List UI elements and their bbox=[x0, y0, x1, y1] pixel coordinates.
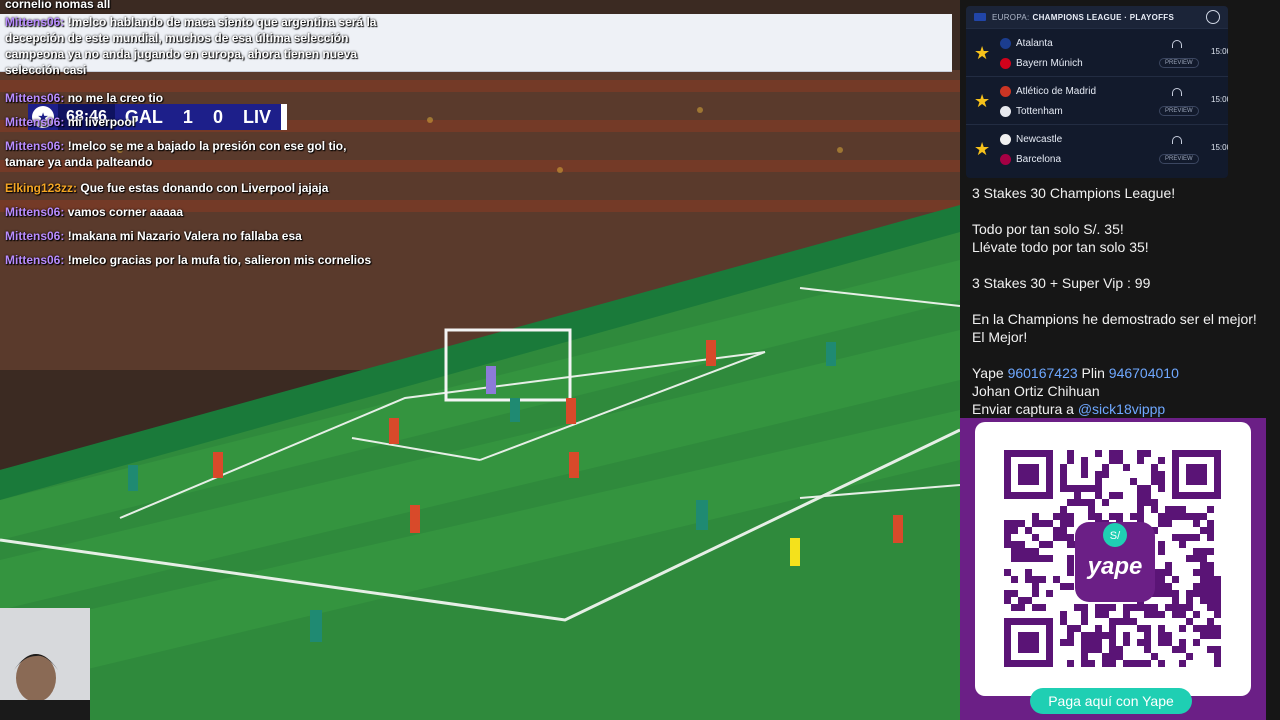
away-crest-icon bbox=[1000, 106, 1011, 117]
away-team-name: Barcelona bbox=[1016, 154, 1062, 165]
promo-line: Todo por tan solo S/. 35! bbox=[972, 221, 1124, 237]
chat-message: Mittens06: vamos corner aaaaa bbox=[5, 205, 184, 219]
account-name: Johan Ortiz Chihuan bbox=[972, 383, 1100, 399]
match-row[interactable]: ★NewcastleBarcelonaPREVIEW15:002.623.952… bbox=[966, 124, 1228, 172]
plin-number[interactable]: 946704010 bbox=[1109, 365, 1179, 381]
yape-qr-panel: S/yape Paga aquí con Yape bbox=[960, 418, 1266, 720]
favorite-star-icon[interactable]: ★ bbox=[974, 91, 990, 112]
chat-message: Mittens06: !makana mi Nazario Valera no … bbox=[5, 229, 302, 243]
chat-message: Mittens06: !melco gracias por la mufa ti… bbox=[5, 253, 372, 267]
favorite-star-icon[interactable]: ★ bbox=[974, 43, 990, 64]
qr-code[interactable]: S/yape bbox=[975, 422, 1251, 696]
kickoff-time: 15:00 bbox=[1211, 47, 1228, 56]
kickoff-time: 15:00 bbox=[1211, 95, 1228, 104]
yape-wordmark: yape bbox=[1087, 553, 1143, 580]
yape-number[interactable]: 960167423 bbox=[1008, 365, 1078, 381]
chat-message: Elking123zz: Que fue estas donando con L… bbox=[5, 181, 329, 195]
away-crest-icon bbox=[1000, 58, 1011, 69]
chat-message: Mittens06: no me la creo tio bbox=[5, 91, 164, 105]
chat-message: Mittens06: !melco hablando de maca sient… bbox=[5, 15, 377, 77]
send-line: Enviar captura a @sick18vippp bbox=[972, 401, 1166, 417]
match-broadcast: ★ 68:46 GAL 1 0 LIV cornelio nomas all M… bbox=[0, 0, 960, 720]
yape-logo: S/yape bbox=[1075, 522, 1155, 602]
headphones-icon[interactable] bbox=[1172, 40, 1182, 48]
home-team-name: Atlético de Madrid bbox=[1016, 86, 1097, 97]
football-icon bbox=[1206, 10, 1220, 24]
odds-widget: EUROPA: CHAMPIONS LEAGUE · PLAYOFFS ★ Atal… bbox=[966, 6, 1228, 178]
home-crest-icon bbox=[1000, 86, 1011, 97]
favorite-star-icon[interactable]: ★ bbox=[974, 139, 990, 160]
pay-with-yape-button[interactable]: Paga aquí con Yape bbox=[1030, 688, 1192, 714]
payment-line: Yape 960167423 Plin 946704010 bbox=[972, 365, 1179, 381]
promo-line: 3 Stakes 30 + Super Vip : 99 bbox=[972, 275, 1151, 291]
match-row[interactable]: ★AtalantaBayern MúnichPREVIEW15:004.904.… bbox=[966, 28, 1228, 76]
kickoff-time: 15:00 bbox=[1211, 143, 1228, 152]
headphones-icon[interactable] bbox=[1172, 136, 1182, 144]
preview-badge[interactable]: PREVIEW bbox=[1159, 154, 1199, 164]
home-crest-icon bbox=[1000, 134, 1011, 145]
promo-line: En la Champions he demostrado ser el mej… bbox=[972, 311, 1257, 345]
chat-message: Mittens06: mi liverpool bbox=[5, 115, 136, 129]
promo-line: 3 Stakes 30 Champions League! bbox=[972, 185, 1176, 201]
home-team-name: Atalanta bbox=[1016, 38, 1053, 49]
odds-header: EUROPA: CHAMPIONS LEAGUE · PLAYOFFS bbox=[966, 6, 1228, 28]
headphones-icon[interactable] bbox=[1172, 88, 1182, 96]
away-crest-icon bbox=[1000, 154, 1011, 165]
home-team-name: Newcastle bbox=[1016, 134, 1063, 145]
streamer-webcam bbox=[0, 608, 90, 720]
promo-line: Llévate todo por tan solo 35! bbox=[972, 239, 1149, 255]
currency-badge: S/ bbox=[1110, 530, 1121, 542]
telegram-handle[interactable]: @sick18vippp bbox=[1078, 401, 1165, 417]
preview-badge[interactable]: PREVIEW bbox=[1159, 106, 1199, 116]
match-row[interactable]: ★ Atlético de Madrid Tottenham PREVIEW 15:00… bbox=[966, 76, 1228, 124]
away-team-name: Bayern Múnich bbox=[1016, 58, 1083, 69]
preview-badge[interactable]: PREVIEW bbox=[1159, 58, 1199, 68]
eu-flag-icon bbox=[974, 13, 986, 21]
away-team-name: Tottenham bbox=[1016, 106, 1063, 117]
chat-message: cornelio nomas all bbox=[5, 0, 111, 11]
home-crest-icon bbox=[1000, 38, 1011, 49]
chat-message: Mittens06: !melco se me a bajado la pres… bbox=[5, 139, 347, 169]
